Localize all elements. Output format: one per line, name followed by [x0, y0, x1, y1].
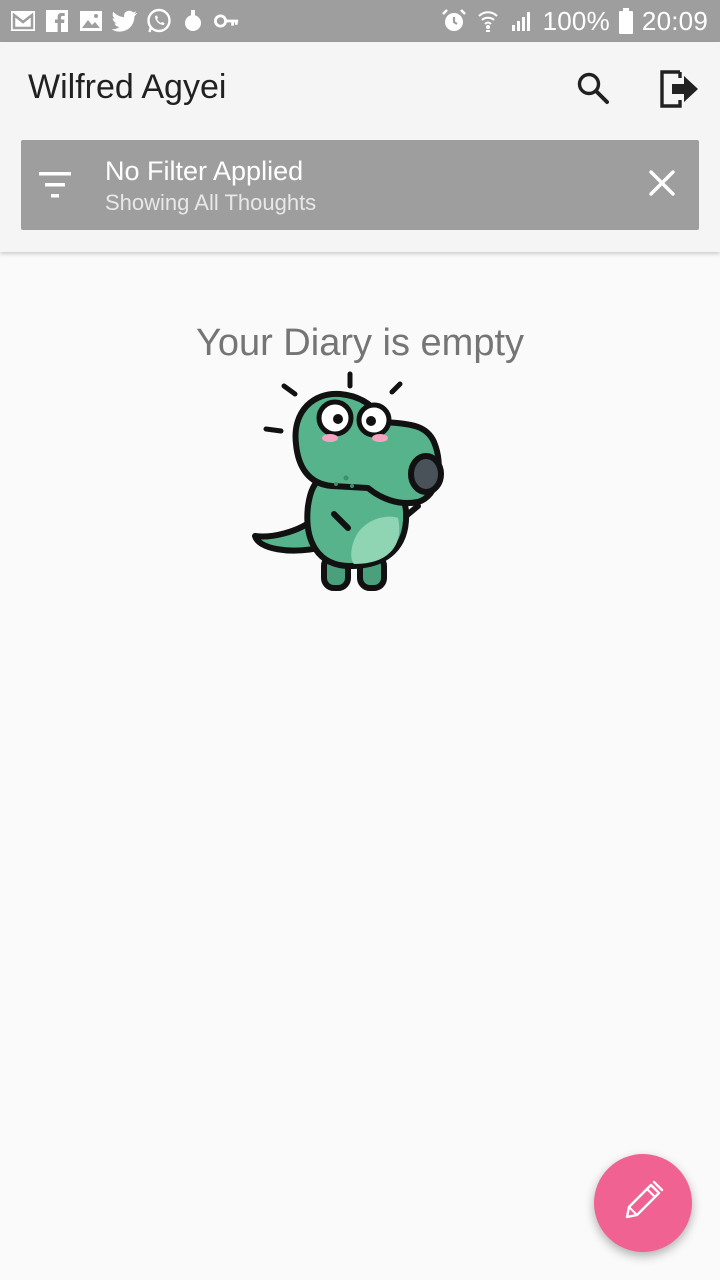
facebook-icon [44, 8, 70, 34]
filter-status-card[interactable]: No Filter Applied Showing All Thoughts [21, 140, 699, 230]
app-toolbar: Wilfred Agyei No Filter Applied Showing … [0, 42, 720, 252]
wifi-icon [475, 8, 501, 34]
search-button[interactable] [565, 62, 621, 118]
filter-subtitle: Showing All Thoughts [105, 190, 317, 215]
alarm-icon [441, 8, 467, 34]
filter-list-icon [37, 168, 75, 202]
new-entry-button[interactable] [594, 1154, 692, 1252]
twitter-icon [112, 8, 138, 34]
image-icon [78, 8, 104, 34]
battery-percent: 100% [542, 5, 610, 36]
whatsapp-icon [146, 8, 172, 34]
pen-icon [621, 1179, 665, 1228]
search-icon [576, 71, 610, 110]
system-status: 100% 20:09 [441, 5, 708, 37]
close-icon [648, 169, 676, 202]
clear-filter-button[interactable] [637, 160, 687, 210]
battery-icon [618, 8, 634, 34]
signal-icon [509, 8, 535, 34]
bulb-icon [180, 8, 206, 34]
dinosaur-illustration [252, 371, 444, 591]
page-title: Wilfred Agyei [28, 68, 227, 106]
empty-state-message: Your Diary is empty [195, 322, 525, 364]
gmail-icon [10, 8, 36, 34]
logout-button[interactable] [650, 62, 706, 118]
key-icon [214, 8, 240, 34]
clock: 20:09 [641, 5, 708, 36]
logout-icon [656, 66, 700, 115]
filter-title: No Filter Applied [105, 156, 304, 186]
notification-icons [10, 7, 240, 35]
status-bar: 100% 20:09 [0, 0, 720, 42]
